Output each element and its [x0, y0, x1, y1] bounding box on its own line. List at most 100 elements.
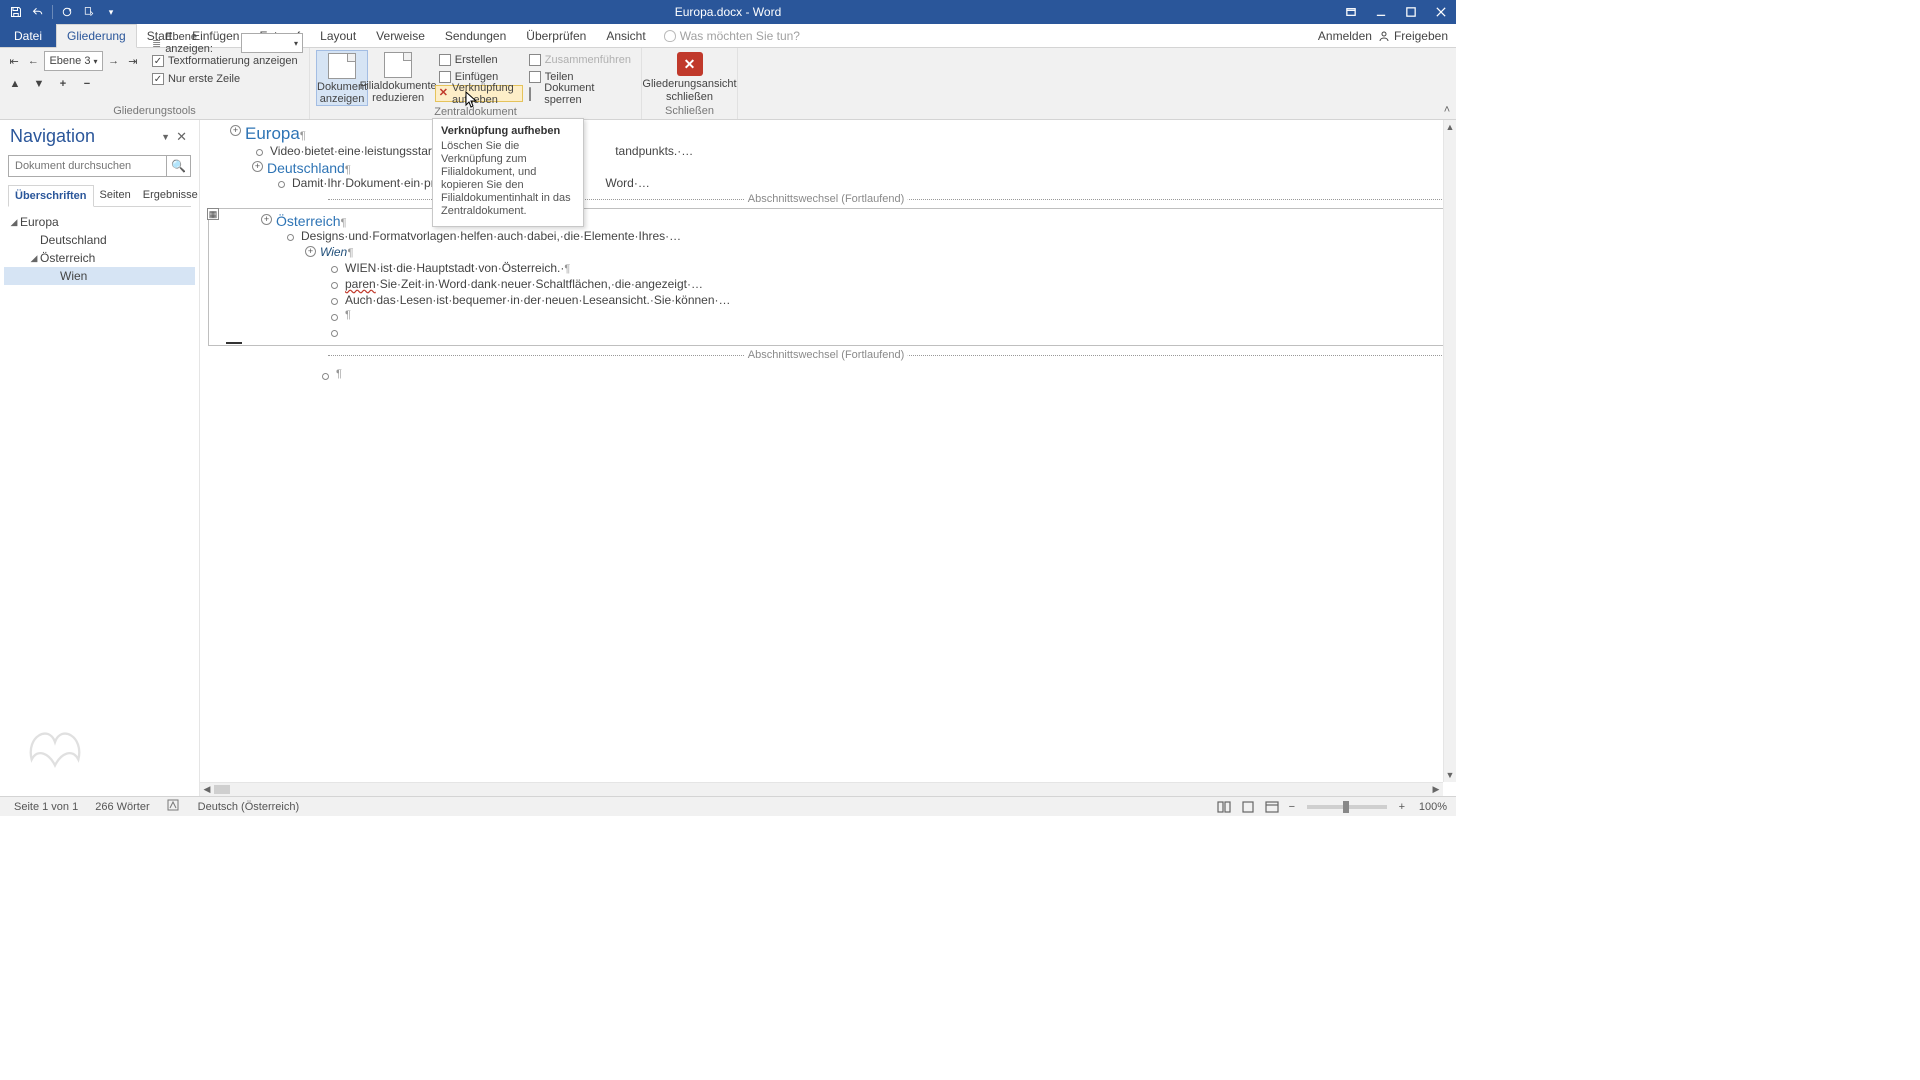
sign-in-link[interactable]: Anmelden [1318, 29, 1372, 43]
subdoc-marker-icon[interactable]: ▦ [207, 208, 219, 220]
nav-options-dropdown[interactable]: ▼ [159, 130, 172, 144]
outline-h2-deutschland[interactable]: +Deutschland¶ [208, 160, 1444, 176]
view-print-button[interactable] [1237, 798, 1259, 816]
status-language[interactable]: Deutsch (Österreich) [190, 801, 308, 813]
tab-layout[interactable]: Layout [310, 24, 366, 47]
move-down-button[interactable]: ▼ [30, 75, 48, 93]
demote-to-body-button[interactable]: ⇥ [125, 52, 141, 70]
tab-outlining[interactable]: Gliederung [56, 24, 137, 48]
tab-review[interactable]: Überprüfen [516, 24, 596, 47]
minimize-icon[interactable] [1366, 0, 1396, 24]
nav-item-wien[interactable]: Wien [4, 267, 195, 285]
nav-title: Navigation [10, 126, 159, 147]
qat-more-icon[interactable]: ▾ [101, 2, 121, 22]
outline-empty-para[interactable] [217, 325, 1439, 341]
vertical-scrollbar[interactable]: ▲ ▼ [1443, 120, 1456, 782]
scroll-up-icon[interactable]: ▲ [1444, 120, 1456, 134]
demote-button[interactable]: → [106, 52, 122, 70]
lock-subdoc-button[interactable]: Dokument sperren [525, 85, 635, 102]
outline-level-select[interactable]: Ebene 3 ▾ [44, 51, 102, 71]
outline-body-text[interactable]: WIEN·ist·die·Hauptstadt·von·Österreich.·… [217, 261, 1439, 277]
zoom-in-button[interactable]: + [1395, 801, 1409, 813]
window-controls [1336, 0, 1456, 24]
outline-h1-europa[interactable]: +Europa¶ [208, 124, 1444, 144]
expand-button[interactable]: + [54, 75, 72, 93]
nav-search-box[interactable]: 🔍 [8, 155, 191, 177]
search-icon[interactable]: 🔍 [166, 156, 190, 176]
status-wordcount[interactable]: 266 Wörter [87, 801, 158, 813]
tab-mailings[interactable]: Sendungen [435, 24, 516, 47]
tell-me-search[interactable]: Was möchten Sie tun? [656, 24, 800, 47]
nav-close-button[interactable]: ✕ [172, 127, 191, 147]
redo-icon[interactable] [57, 2, 77, 22]
collapse-icon[interactable]: ◢ [8, 217, 20, 228]
zoom-slider[interactable] [1307, 805, 1387, 809]
promote-to-h1-button[interactable]: ⇤ [6, 52, 22, 70]
expand-handle-icon[interactable]: + [252, 161, 263, 172]
outline-h2-oesterreich[interactable]: +Österreich¶ [217, 213, 1439, 229]
outline-body-text[interactable]: Designs·und·Formatvorlagen·helfen·auch·d… [217, 229, 1439, 245]
checkbox-textformat[interactable]: ✓ [152, 55, 164, 67]
outline-body-text[interactable]: Damit·Ihr·Dokument·ein·profeWord·… [208, 176, 1444, 192]
nav-tab-results[interactable]: Ergebnisse [137, 185, 204, 206]
tab-file[interactable]: Datei [0, 24, 56, 47]
nav-item-oesterreich[interactable]: ◢Österreich [4, 249, 195, 267]
document-area[interactable]: +Europa¶ Video·bietet·eine·leistungsstar… [200, 120, 1456, 796]
scroll-left-icon[interactable]: ◀ [200, 783, 214, 796]
horizontal-scrollbar[interactable]: ◀ ▶ [200, 782, 1443, 796]
tell-me-placeholder: Was möchten Sie tun? [680, 29, 800, 43]
scroll-thumb[interactable] [214, 785, 230, 794]
outline-h3-wien[interactable]: +Wien¶ [217, 245, 1439, 261]
body-handle-icon [327, 294, 341, 308]
expand-handle-icon[interactable]: + [305, 246, 316, 257]
view-web-button[interactable] [1261, 798, 1283, 816]
create-subdoc-button[interactable]: Erstellen [435, 51, 523, 68]
outline-empty-para[interactable]: ¶ [217, 309, 1439, 325]
body-handle-icon [318, 369, 332, 383]
tab-view[interactable]: Ansicht [596, 24, 655, 47]
expand-handle-icon[interactable]: + [230, 125, 241, 136]
move-up-button[interactable]: ▲ [6, 75, 24, 93]
status-proofing-icon[interactable] [159, 799, 190, 814]
nav-search-input[interactable] [9, 160, 166, 172]
collapse-subdocs-button[interactable]: Filialdokumentereduzieren [370, 50, 426, 104]
title-bar: ▾ Europa.docx - Word [0, 0, 1456, 24]
zoom-out-button[interactable]: − [1285, 801, 1299, 813]
merge-subdoc-button[interactable]: Zusammenführen [525, 51, 635, 68]
nav-item-europa[interactable]: ◢Europa [4, 213, 195, 231]
status-page[interactable]: Seite 1 von 1 [6, 801, 87, 813]
scroll-down-icon[interactable]: ▼ [1444, 768, 1456, 782]
outline-empty-para[interactable]: ¶ [208, 368, 1444, 384]
nav-tab-pages[interactable]: Seiten [94, 185, 137, 206]
promote-button[interactable]: ← [25, 52, 41, 70]
outline-body-text[interactable]: paren·Sie·Zeit·in·Word·dank·neuer·Schalt… [217, 277, 1439, 293]
view-readmode-button[interactable] [1213, 798, 1235, 816]
tab-references[interactable]: Verweise [366, 24, 435, 47]
nav-item-deutschland[interactable]: Deutschland [4, 231, 195, 249]
new-doc-icon [439, 54, 451, 66]
outline-body-text[interactable]: Video·bietet·eine·leistungsstarke·Mötand… [208, 144, 1444, 160]
close-outline-view-button[interactable]: ✕ Gliederungsansichtschließen [648, 50, 732, 104]
collapse-ribbon-icon[interactable]: ˄ [1444, 104, 1450, 116]
outline-body: +Europa¶ Video·bietet·eine·leistungsstar… [208, 124, 1444, 384]
show-level-select[interactable]: ▾ [241, 33, 303, 53]
maximize-icon[interactable] [1396, 0, 1426, 24]
zoom-percent[interactable]: 100% [1411, 801, 1450, 813]
collapse-button[interactable]: − [78, 75, 96, 93]
touch-mode-icon[interactable] [79, 2, 99, 22]
undo-icon[interactable] [28, 2, 48, 22]
document-stack-icon [384, 52, 412, 78]
unlink-subdoc-button[interactable]: ✕Verknüpfung aufheben [435, 85, 523, 102]
collapse-icon[interactable]: ◢ [28, 253, 40, 264]
share-button[interactable]: Freigeben [1378, 29, 1448, 43]
ribbon-display-icon[interactable] [1336, 0, 1366, 24]
expand-handle-icon[interactable]: + [261, 214, 272, 225]
scroll-right-icon[interactable]: ▶ [1429, 783, 1443, 796]
outline-body-text[interactable]: Auch·das·Lesen·ist·bequemer·in·der·neuen… [217, 293, 1439, 309]
watermark-icon [20, 712, 90, 772]
zoom-thumb[interactable] [1343, 801, 1349, 813]
nav-tab-headings[interactable]: Überschriften [8, 185, 94, 207]
split-icon [529, 71, 541, 83]
save-icon[interactable] [6, 2, 26, 22]
close-icon[interactable] [1426, 0, 1456, 24]
